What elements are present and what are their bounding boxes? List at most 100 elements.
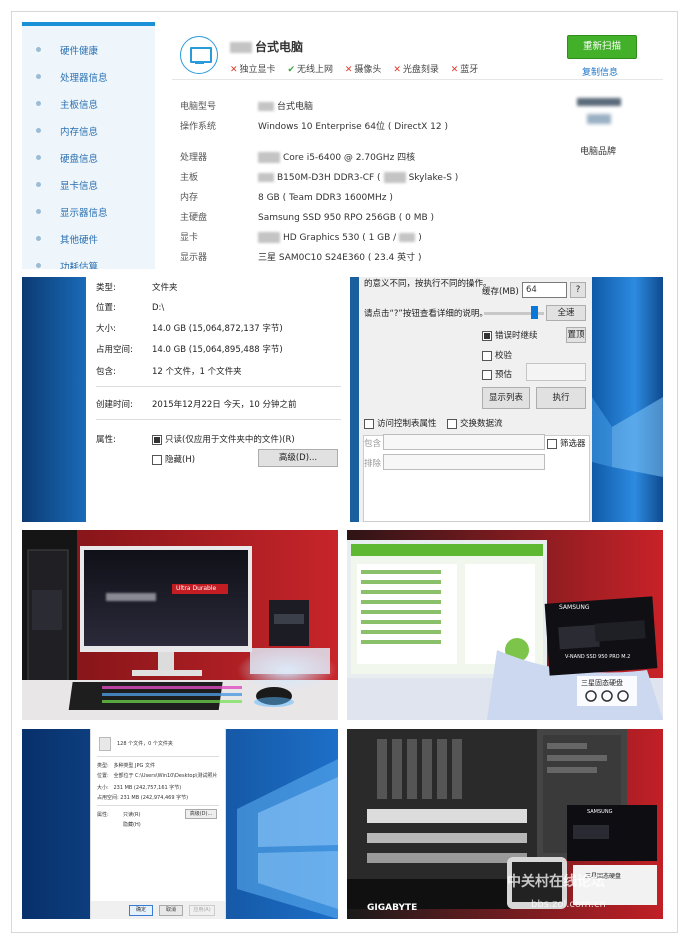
checkbox-icon — [482, 350, 492, 361]
sidebar-item-label: 显卡信息 — [60, 181, 99, 192]
copy-tool-dialog: 的意义不同，按执行不同的操作。 请点击“?”按钮查看详细的说明。 缓存(MB) … — [359, 277, 592, 522]
small-cancel-button[interactable]: 取消 — [159, 905, 183, 916]
sidebar-item-label: 硬件健康 — [60, 46, 99, 57]
forum-watermark: 中关村在线论坛 — [507, 874, 605, 890]
sidebar-item-label: 硬盘信息 — [60, 154, 99, 165]
small-apply-button[interactable]: 应用(A) — [189, 905, 215, 916]
photo-win10-properties: 128 个文件，0 个文件夹 类型: 多种类型 JPG 文件 位置: 全部位于 … — [22, 729, 338, 919]
speed-slider-thumb[interactable] — [531, 306, 538, 319]
exclude-combo[interactable] — [383, 454, 545, 470]
bullet-icon — [36, 263, 41, 268]
info-row-disk: 主硬盘 Samsung SSD 950 RPO 256GB ( 0 MB ) — [180, 213, 435, 223]
continue-on-error-checkbox[interactable]: 错误时继续 — [482, 329, 538, 341]
execute-button[interactable]: 执行 — [536, 387, 586, 409]
divider — [96, 419, 341, 420]
desktop-background-left — [22, 277, 86, 522]
cross-icon: ✕ — [230, 65, 238, 75]
bullet-icon — [36, 236, 41, 241]
acl-checkbox[interactable]: 访问控制表属性 — [364, 417, 437, 429]
left-pane — [359, 277, 475, 435]
info-row-os: 操作系统 Windows 10 Enterprise 64位 ( DirectX … — [180, 122, 448, 132]
estimate-field — [526, 363, 586, 381]
small-size: 大小: 231 MB (242,757,161 字节) — [97, 785, 182, 791]
cache-input[interactable]: 64 — [522, 282, 567, 298]
help-text-2: 请点击“?”按钮查看详细的说明。 — [364, 309, 488, 319]
sidebar-item-label: 主板信息 — [60, 100, 99, 111]
verify-checkbox[interactable]: 校验 — [482, 349, 512, 361]
help-text-1: 的意义不同，按执行不同的操作。 — [364, 279, 492, 289]
help-button[interactable]: ? — [570, 282, 586, 298]
checkbox-icon — [152, 454, 162, 465]
pin-top-button[interactable]: 置顶 — [566, 327, 586, 343]
checkbox-icon — [482, 369, 492, 380]
info-row-motherboard: 主板 B150M-D3H DDR3-CF (Skylake-S ) — [180, 172, 459, 183]
small-hidden-checkbox[interactable]: 隐藏(H) — [123, 821, 141, 828]
sidebar-item-label: 显示器信息 — [60, 208, 108, 219]
samsung-logo-text: SAMSUNG — [587, 809, 613, 815]
info-row-monitor: 显示器 三星 SAM0C10 S24E360 ( 23.4 英寸 ) — [180, 253, 422, 263]
checkbox-icon — [482, 330, 492, 341]
bullet-icon — [36, 209, 41, 214]
divider — [172, 79, 663, 80]
bullet-icon — [36, 182, 41, 187]
computer-title: 台式电脑 — [230, 38, 303, 55]
folder-properties-dialog: 类型: 文件夹 位置: D:\ 大小: 14.0 GB (15,064,872,137… — [86, 277, 350, 522]
sidebar-item-memory[interactable]: 内存信息 — [22, 121, 155, 141]
include-label: 包含 — [364, 439, 382, 449]
cross-icon: ✕ — [393, 65, 401, 75]
cross-icon: ✕ — [344, 65, 353, 75]
sidebar-item-disk[interactable]: 硬盘信息 — [22, 148, 155, 168]
sidebar-item-cpu[interactable]: 处理器信息 — [22, 67, 155, 87]
filter-checkbox[interactable]: 筛选器 — [547, 437, 586, 449]
tag-optical: ✕ 光盘刻录 — [393, 65, 439, 75]
stream-checkbox[interactable]: 交换数据流 — [447, 417, 503, 429]
bullet-icon — [36, 101, 41, 106]
tag-bluetooth: ✕ 蓝牙 — [450, 65, 479, 75]
small-advanced-button[interactable]: 高级(D)... — [185, 809, 217, 819]
brand-logo — [575, 90, 623, 140]
show-list-button[interactable]: 显示列表 — [482, 387, 530, 409]
cache-label: 缓存(MB) — [482, 287, 519, 297]
hardware-main: 台式电脑 ✕ 独立显卡 ✔ 无线上网 ✕ 摄像头 ✕ 光盘刻录 ✕ 蓝牙 重新扫描 复制信… — [172, 22, 663, 269]
info-row-model: 电脑型号 台式电脑 — [180, 102, 314, 112]
full-speed-button[interactable]: 全速 — [546, 305, 586, 321]
sidebar-item-health[interactable]: 硬件健康 — [22, 40, 155, 60]
bullet-icon — [36, 74, 41, 79]
small-ok-button[interactable]: 确定 — [129, 905, 153, 916]
info-row-memory: 内存 8 GB ( Team DDR3 1600MHz ) — [180, 193, 393, 203]
hidden-checkbox[interactable]: 隐藏(H) — [152, 453, 195, 465]
hardware-info-panel: 硬件健康 处理器信息 主板信息 内存信息 硬盘信息 显卡信息 显示器信息 其他硬… — [22, 22, 663, 269]
sidebar-item-monitor[interactable]: 显示器信息 — [22, 202, 155, 222]
sidebar-item-motherboard[interactable]: 主板信息 — [22, 94, 155, 114]
properties-screenshot-panel: 类型: 文件夹 位置: D:\ 大小: 14.0 GB (15,064,872,137… — [22, 277, 663, 522]
sidebar-item-label: 功耗估算 — [60, 262, 99, 269]
sidebar-item-other[interactable]: 其他硬件 — [22, 229, 155, 249]
checkbox-icon — [547, 438, 557, 449]
bullet-icon — [36, 155, 41, 160]
sidebar-item-power[interactable]: 功耗估算 — [22, 256, 155, 269]
readonly-checkbox[interactable]: 只读(仅应用于文件夹中的文件)(R) — [152, 433, 295, 445]
sidebar-item-gpu[interactable]: 显卡信息 — [22, 175, 155, 195]
tag-discrete-gpu: ✕ 独立显卡 — [230, 65, 276, 75]
copy-info-link[interactable]: 复制信息 — [582, 65, 618, 78]
prop-created: 创建时间: 2015年12月22日 今天，10 分钟之前 — [96, 400, 297, 410]
box-caption-text: 三星固态硬盘 — [581, 679, 623, 687]
prop-contains: 包含: 12 个文件，1 个文件夹 — [96, 367, 242, 377]
sidebar-item-label: 处理器信息 — [60, 73, 108, 84]
small-size-on-disk: 占用空间: 231 MB (242,974,469 字节) — [97, 795, 189, 801]
advanced-button[interactable]: 高级(D)... — [258, 449, 338, 467]
rescan-button[interactable]: 重新扫描 — [567, 35, 637, 59]
small-properties-dialog: 128 个文件，0 个文件夹 类型: 多种类型 JPG 文件 位置: 全部位于 … — [90, 729, 226, 919]
redacted-brand — [230, 42, 252, 53]
prop-location: 位置: D:\ — [96, 303, 165, 313]
small-attr-label: 属性: — [97, 812, 109, 818]
include-combo[interactable] — [383, 434, 545, 450]
prop-size: 大小: 14.0 GB (15,064,872,137 字节) — [96, 324, 283, 334]
small-readonly-checkbox[interactable]: 只读(R) — [123, 811, 140, 818]
feature-tags: ✕ 独立显卡 ✔ 无线上网 ✕ 摄像头 ✕ 光盘刻录 ✕ 蓝牙 — [230, 62, 487, 75]
sidebar-item-label: 其他硬件 — [60, 235, 99, 246]
desktop-background-right — [592, 277, 663, 522]
bullet-icon — [36, 128, 41, 133]
small-dialog-header: 128 个文件，0 个文件夹 — [117, 741, 173, 747]
estimate-checkbox[interactable]: 预估 — [482, 368, 512, 380]
